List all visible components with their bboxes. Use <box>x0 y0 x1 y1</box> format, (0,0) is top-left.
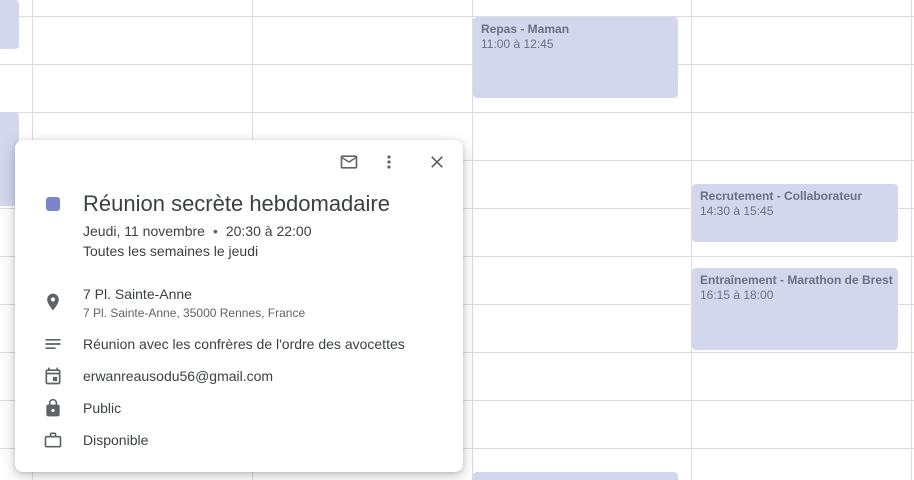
grid-column-divider <box>911 0 912 480</box>
event-time: 16:15 à 18:00 <box>700 288 774 302</box>
location-name[interactable]: 7 Pl. Sainte-Anne <box>83 285 192 303</box>
event-title: Recrutement - Collaborateur <box>700 189 863 203</box>
calendar-owner: erwanreausodu56@gmail.com <box>83 368 274 384</box>
close-button[interactable] <box>425 152 449 176</box>
event-chip-partial[interactable] <box>473 472 678 480</box>
event-details-popup: Réunion secrète hebdomadaire Jeudi, 11 n… <box>15 140 463 472</box>
grid-hour-line <box>0 16 914 17</box>
event-chip-partial[interactable] <box>0 0 19 49</box>
calendar-icon <box>43 366 63 386</box>
more-options-icon <box>379 152 399 177</box>
event-color-swatch <box>46 197 60 211</box>
event-title: Réunion secrète hebdomadaire <box>83 191 390 216</box>
event-recurrence: Toutes les semaines le jeudi <box>83 243 259 259</box>
more-options-button[interactable] <box>377 152 401 176</box>
event-date: Jeudi, 11 novembre <box>83 223 205 239</box>
event-visibility: Public <box>83 400 122 416</box>
email-icon <box>339 152 359 177</box>
event-description: Réunion avec les confrères de l'ordre de… <box>83 336 405 352</box>
event-chip-repas[interactable]: Repas - Maman 11:00 à 12:45 <box>473 17 678 98</box>
event-chip-recrutement[interactable]: Recrutement - Collaborateur 14:30 à 15:4… <box>692 184 898 242</box>
event-time: 14:30 à 15:45 <box>700 204 774 218</box>
event-title: Entraînement - Marathon de Brest <box>700 273 893 287</box>
event-availability: Disponible <box>83 432 149 448</box>
grid-hour-line <box>0 64 914 65</box>
description-icon <box>43 334 63 354</box>
event-title: Repas - Maman <box>481 22 570 36</box>
lock-icon <box>43 398 63 418</box>
event-chip-entrainement[interactable]: Entraînement - Marathon de Brest 16:15 à… <box>692 268 898 350</box>
datetime-separator: • <box>212 223 218 239</box>
location-icon <box>43 292 63 312</box>
email-guests-button[interactable] <box>337 152 361 176</box>
event-datetime: Jeudi, 11 novembre • 20:30 à 22:00 <box>83 222 311 240</box>
event-time: 11:00 à 12:45 <box>481 37 554 51</box>
event-time: 20:30 à 22:00 <box>225 223 312 239</box>
location-address: 7 Pl. Sainte-Anne, 35000 Rennes, France <box>83 306 306 320</box>
grid-hour-line <box>0 112 914 113</box>
briefcase-icon <box>43 430 63 450</box>
close-icon <box>427 152 447 177</box>
